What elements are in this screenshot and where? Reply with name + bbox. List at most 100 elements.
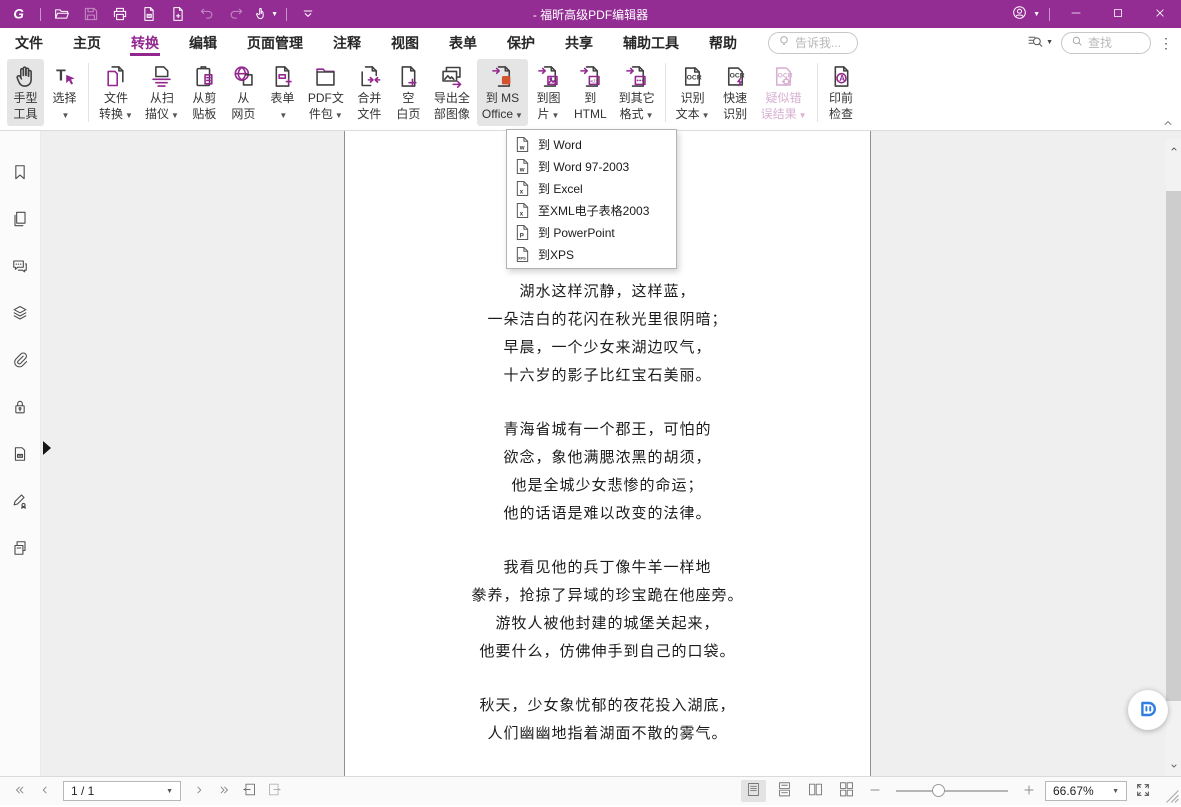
document-plus-button[interactable]: [165, 2, 191, 26]
tab-帮助[interactable]: 帮助: [694, 28, 752, 57]
zoom-slider[interactable]: [896, 790, 1008, 792]
select-tool-button[interactable]: T选择▼: [46, 59, 83, 126]
menu-item-到 Word 97-2003[interactable]: w到 Word 97-2003: [507, 155, 676, 177]
page-number-box[interactable]: 1 / 1 ▼: [63, 781, 181, 801]
svg-text:A: A: [839, 74, 845, 83]
panel-expand-arrow[interactable]: [43, 441, 51, 455]
vertical-scrollbar[interactable]: [1166, 139, 1181, 776]
ai-assistant-button[interactable]: [1128, 690, 1168, 730]
layers-panel-button[interactable]: [9, 302, 31, 324]
blank-page-button[interactable]: 空白页: [390, 59, 427, 126]
account-button[interactable]: ▼: [1011, 4, 1040, 24]
quick-ocr-button[interactable]: OCR快速识别: [717, 59, 754, 126]
ribbon-button-label: 从: [237, 90, 249, 106]
close-icon: [1153, 6, 1167, 20]
document-minus-button[interactable]: [136, 2, 162, 26]
collapse-ribbon-button[interactable]: [1161, 116, 1177, 130]
hand-pointer-button[interactable]: ▼: [252, 2, 278, 26]
tell-me-box[interactable]: [768, 32, 858, 54]
save-button[interactable]: [78, 2, 104, 26]
open-file-button[interactable]: [49, 2, 75, 26]
menu-item-到 PowerPoint[interactable]: P到 PowerPoint: [507, 221, 676, 243]
last-page-button[interactable]: [214, 781, 234, 801]
preflight-button[interactable]: A印前检查: [823, 59, 860, 126]
signatures-panel-button[interactable]: [9, 490, 31, 512]
tab-视图[interactable]: 视图: [376, 28, 434, 57]
to-html-button[interactable]: </>到HTML: [569, 59, 612, 126]
previous-page-button[interactable]: [35, 781, 55, 801]
advanced-search-button[interactable]: ▼: [1026, 32, 1053, 53]
customize-toolbar-button[interactable]: [295, 2, 321, 26]
first-page-button[interactable]: [10, 781, 30, 801]
find-box[interactable]: [1061, 32, 1151, 54]
maximize-icon: [1111, 6, 1125, 23]
tab-转换[interactable]: 转换: [116, 28, 174, 57]
export-images-button[interactable]: 导出全部图像: [429, 59, 475, 126]
minimize-button[interactable]: [1055, 0, 1097, 28]
more-options-icon[interactable]: ⋮: [1159, 40, 1173, 46]
from-scanner-button[interactable]: 从扫描仪▼: [140, 59, 184, 126]
redo-button[interactable]: [223, 2, 249, 26]
security-panel-button[interactable]: [9, 396, 31, 418]
ribbon-button-label: 误结果▼: [761, 106, 807, 124]
file-convert-button[interactable]: 文件转换▼: [94, 59, 138, 126]
menu-item-到 Word[interactable]: w到 Word: [507, 133, 676, 155]
advanced-search-icon: [1026, 32, 1044, 53]
tab-保护[interactable]: 保护: [492, 28, 550, 57]
tab-注释[interactable]: 注释: [318, 28, 376, 57]
tab-编辑[interactable]: 编辑: [174, 28, 232, 57]
tab-表单[interactable]: 表单: [434, 28, 492, 57]
tell-me-input[interactable]: [795, 36, 851, 50]
tab-页面管理[interactable]: 页面管理: [232, 28, 318, 57]
ocr-suspects-button[interactable]: OCR疑似错误结果▼: [756, 59, 812, 126]
undo-button[interactable]: [194, 2, 220, 26]
zoom-out-button[interactable]: [865, 781, 885, 801]
ocr-suspects-icon: OCR: [770, 63, 797, 90]
continuous-view-button[interactable]: [772, 780, 797, 802]
to-ms-office-button[interactable]: 到 MSOffice▼: [477, 59, 528, 126]
single-page-view-button[interactable]: [741, 780, 766, 802]
tab-主页[interactable]: 主页: [58, 28, 116, 57]
ocr-text-button[interactable]: OCR识别文本▼: [671, 59, 715, 126]
find-input[interactable]: [1088, 36, 1138, 50]
full-screen-button[interactable]: [1133, 781, 1153, 801]
bookmarks-panel-button[interactable]: [9, 161, 31, 183]
resize-grip[interactable]: [1165, 789, 1180, 804]
hand-tool-button[interactable]: 手型工具: [7, 59, 44, 126]
menu-item-至XML电子表格2003[interactable]: x至XML电子表格2003: [507, 199, 676, 221]
attachments-panel-button[interactable]: [9, 349, 31, 371]
articles-panel-button[interactable]: [9, 537, 31, 559]
form-fields-panel-button[interactable]: [9, 443, 31, 465]
scrollbar-thumb[interactable]: [1166, 191, 1181, 701]
print-button[interactable]: [107, 2, 133, 26]
zoom-in-button[interactable]: [1019, 781, 1039, 801]
zoom-slider-knob[interactable]: [932, 784, 945, 797]
pdf-package-button[interactable]: PDF文件包▼: [303, 59, 349, 126]
maximize-button[interactable]: [1097, 0, 1139, 28]
page-thumbnails-panel-button[interactable]: [9, 208, 31, 230]
facing-continuous-view-button[interactable]: [834, 780, 859, 802]
ribbon-button-label: 检查: [829, 106, 853, 122]
menu-item-到XPS[interactable]: XPS到XPS: [507, 243, 676, 265]
merge-files-button[interactable]: 合并文件: [351, 59, 388, 126]
tab-共享[interactable]: 共享: [550, 28, 608, 57]
scroll-down-arrow[interactable]: [1166, 760, 1181, 774]
to-other-format-button[interactable]: 到其它格式▼: [614, 59, 660, 126]
zoom-value-box[interactable]: 66.67% ▼: [1045, 781, 1127, 801]
next-view-button[interactable]: [264, 781, 284, 801]
form-button[interactable]: 表单▼: [264, 59, 301, 126]
comments-panel-button[interactable]: [9, 255, 31, 277]
from-clipboard-button[interactable]: 从剪贴板: [186, 59, 223, 126]
next-page-button[interactable]: [189, 781, 209, 801]
to-image-button[interactable]: 到图片▼: [530, 59, 567, 126]
tab-文件[interactable]: 文件: [0, 28, 58, 57]
facing-view-button[interactable]: [803, 780, 828, 802]
status-bar: 1 / 1 ▼ 66.67% ▼: [0, 776, 1181, 805]
previous-view-button[interactable]: [239, 781, 259, 801]
menu-item-到 Excel[interactable]: x到 Excel: [507, 177, 676, 199]
scroll-up-arrow[interactable]: [1166, 143, 1181, 157]
from-web-button[interactable]: 从网页: [225, 59, 262, 126]
tab-辅助工具[interactable]: 辅助工具: [608, 28, 694, 57]
close-button[interactable]: [1139, 0, 1181, 28]
ribbon-button-label: 疑似错: [766, 90, 802, 106]
